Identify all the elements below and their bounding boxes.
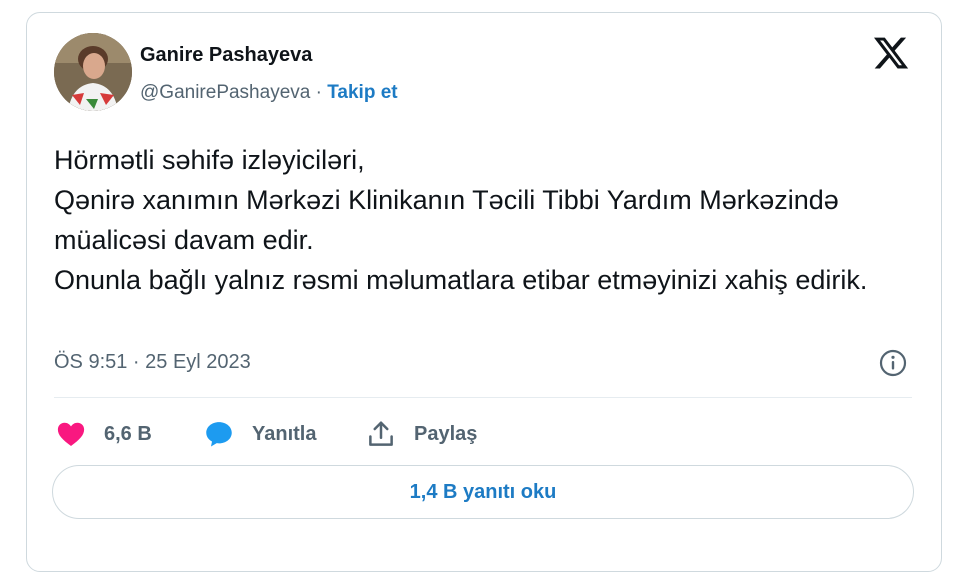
divider — [54, 397, 912, 398]
x-logo-icon[interactable] — [872, 34, 910, 72]
like-button[interactable]: 6,6 B — [56, 417, 152, 451]
share-label: Paylaş — [414, 422, 478, 445]
handle-separator: · — [310, 82, 328, 103]
tweet-text: Hörmətli səhifə izləyiciləri, Qənirə xan… — [54, 145, 868, 295]
avatar[interactable] — [54, 33, 132, 111]
follow-button[interactable]: Takip et — [327, 82, 397, 103]
share-button[interactable]: Paylaş — [366, 417, 477, 451]
reply-button[interactable]: Yanıtla — [204, 417, 316, 451]
read-replies-label: 1,4 B yanıtı oku — [409, 480, 557, 503]
author-handle[interactable]: @GanirePashayeva — [140, 82, 310, 103]
heart-icon — [57, 422, 85, 446]
tweet-timestamp[interactable]: ÖS 9:51 · 25 Eyl 2023 — [54, 351, 251, 374]
share-icon — [369, 421, 393, 446]
info-icon[interactable] — [878, 348, 908, 378]
avatar-photo — [54, 33, 132, 111]
speech-bubble-icon — [206, 422, 232, 447]
author-handle-row: @GanirePashayeva · Takip et — [140, 82, 398, 104]
like-count: 6,6 B — [104, 422, 152, 445]
author-name[interactable]: Ganire Pashayeva — [140, 44, 312, 67]
read-replies-button[interactable]: 1,4 B yanıtı oku — [52, 465, 914, 519]
reply-label: Yanıtla — [252, 422, 317, 445]
